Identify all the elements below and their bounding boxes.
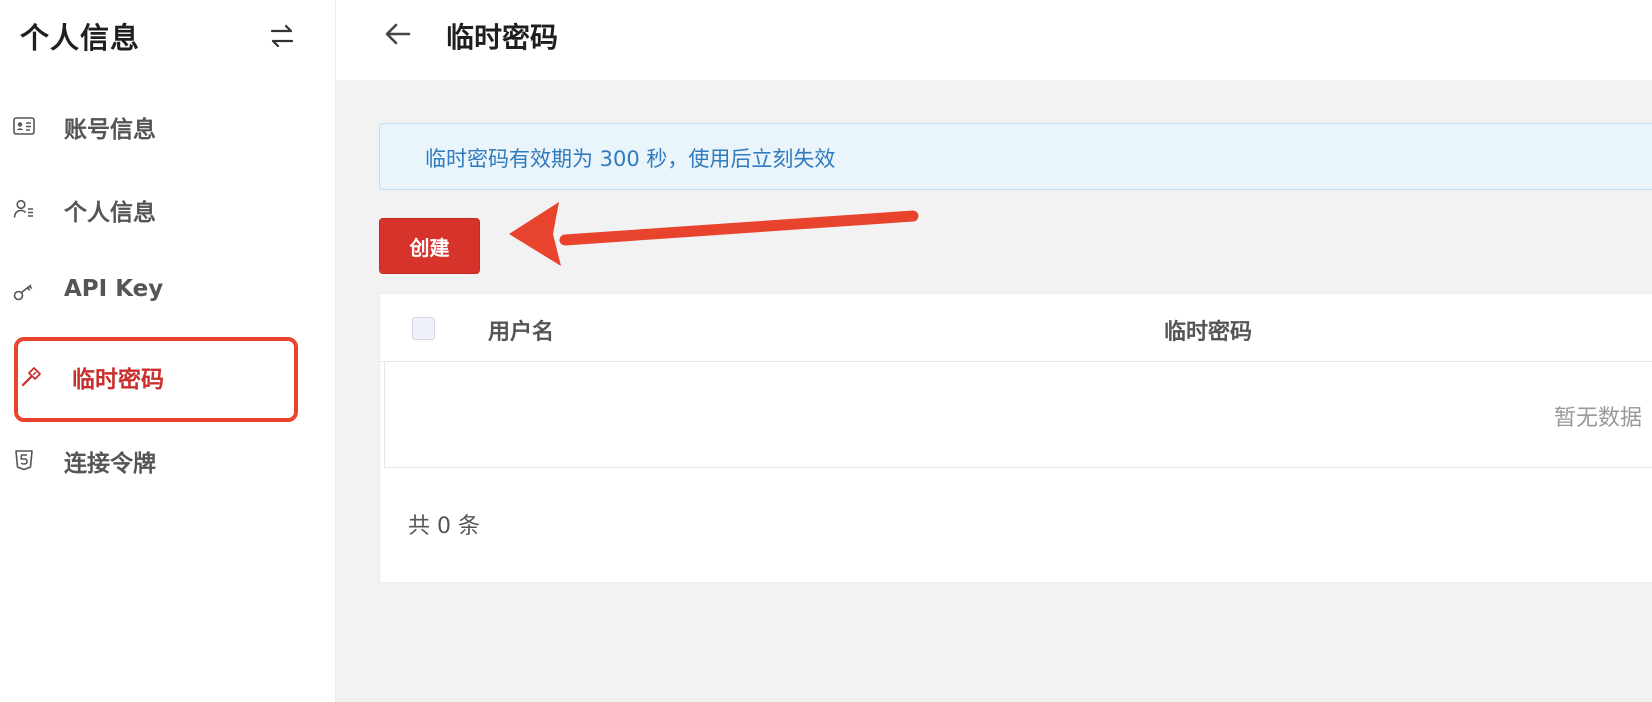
table-header-row: 用户名 临时密码	[380, 294, 1652, 362]
page-title: 临时密码	[446, 21, 559, 54]
empty-state-text: 暂无数据	[1554, 406, 1643, 431]
id-card-icon	[13, 117, 35, 135]
sidebar-item-label: 个人信息	[64, 200, 156, 226]
shield-5-icon	[15, 450, 33, 471]
table-empty-row: 暂无数据	[384, 362, 1652, 468]
column-header-temp-password: 临时密码	[1164, 320, 1253, 345]
sidebar-item-label: 账号信息	[64, 117, 156, 143]
sidebar-item-personal-info[interactable]: 个人信息	[0, 179, 336, 239]
swap-icon[interactable]	[268, 22, 296, 50]
info-notice: 临时密码有效期为 300 秒，使用后立刻失效	[379, 123, 1652, 190]
page-header: 临时密码	[336, 0, 1652, 80]
sidebar-item-account-info[interactable]: 账号信息	[0, 96, 336, 156]
annotation-highlight-box	[14, 337, 298, 422]
key-icon	[13, 284, 33, 301]
select-all-checkbox[interactable]	[412, 317, 435, 340]
sidebar-item-api-key[interactable]: API Key	[0, 262, 336, 322]
column-header-username: 用户名	[488, 320, 555, 345]
sidebar-header: 个人信息	[0, 0, 336, 72]
annotation-arrow-icon	[509, 202, 919, 266]
pagination-total: 共 0 条	[408, 514, 480, 539]
create-button[interactable]: 创建	[379, 218, 480, 274]
user-lines-icon	[13, 199, 33, 218]
info-notice-text: 临时密码有效期为 300 秒，使用后立刻失效	[425, 147, 836, 171]
sidebar-title: 个人信息	[20, 21, 141, 55]
sidebar-item-connection-token[interactable]: 连接令牌	[0, 430, 336, 490]
sidebar: 个人信息 账号信息 个人信息 API Key 临时密码 连接令牌	[0, 0, 336, 702]
sidebar-item-label: 连接令牌	[64, 451, 156, 477]
sidebar-item-label: API Key	[64, 276, 164, 302]
back-arrow-icon[interactable]	[382, 18, 414, 50]
temp-password-table: 用户名 临时密码 暂无数据 共 0 条	[379, 293, 1652, 583]
